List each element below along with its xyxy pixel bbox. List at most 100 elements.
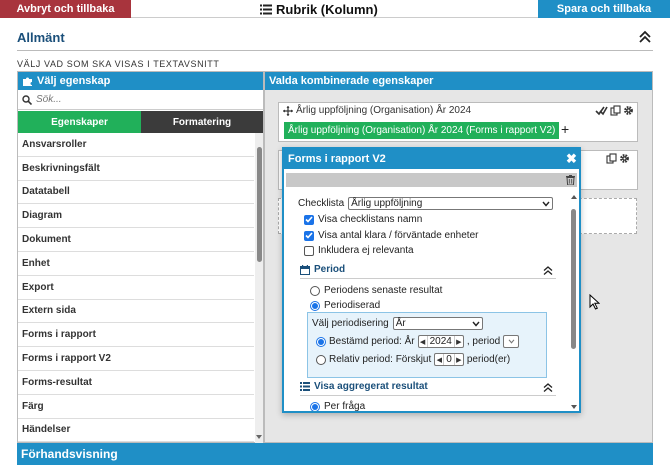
checkbox-label: Visa antal klara / förväntade enheter [318,230,479,241]
copy-icon[interactable] [606,153,617,164]
gear-icon[interactable] [623,105,634,116]
period-select[interactable] [503,335,520,348]
dialog-body: Checklista Årlig uppföljning Visa checkl… [284,189,568,411]
collapse-double-chevron-icon[interactable] [543,266,553,275]
radio-selected[interactable] [310,300,320,311]
property-picker-panel: Välj egenskap Egenskaper Formatering Ans… [17,71,264,443]
year-stepper[interactable]: ◀ 2024 ▶ [417,335,464,348]
checkbox-checked[interactable] [304,214,314,225]
radio-unselected[interactable] [316,354,326,365]
close-icon[interactable]: ✖ [566,151,577,167]
radio-label: Per fråga [324,401,366,411]
card-title-text: Årlig uppföljning (Organisation) År 2024 [296,105,472,116]
period-title-text: Period [314,264,346,275]
search-input[interactable] [36,94,236,105]
combined-properties-header: Valda kombinerade egenskaper [265,72,652,90]
move-arrows-icon[interactable] [283,105,293,116]
chevron-down-icon [508,339,515,344]
mouse-cursor-icon [589,294,600,310]
checkbox-unchecked[interactable] [304,245,314,256]
radio-unselected[interactable] [310,285,320,296]
list-item[interactable]: Enhet [18,252,254,276]
checklist-label: Checklista [298,198,345,209]
radio-row[interactable]: Per fråga [310,401,365,411]
combined-property-card: Årlig uppföljning (Organisation) År 2024… [278,102,638,142]
add-property-button[interactable]: + [561,121,569,137]
checklist-select-value: Årlig uppföljning [351,198,423,209]
checklist-select[interactable]: Årlig uppföljning [348,197,554,210]
radio-selected[interactable] [310,401,320,411]
copy-icon[interactable] [610,105,621,116]
section-divider [300,278,556,279]
decrement-arrow-icon[interactable]: ◀ [435,356,443,364]
radio-label: Periodens senaste resultat [324,285,443,296]
collapse-double-chevron-icon[interactable] [638,30,652,44]
dialog-scroll-thumb[interactable] [571,209,576,349]
list-icon [260,4,272,14]
section-subtitle: VÄLJ VAD SOM SKA VISAS I TEXTAVSNITT [17,59,220,69]
page-title-text: Rubrik (Kolumn) [276,1,378,17]
selected-property-chip[interactable]: Årlig uppföljning (Organisation) År 2024… [284,122,560,139]
trash-icon[interactable] [566,175,575,185]
relative-period-label: Relativ period: Förskjut [329,354,432,365]
check-all-icon[interactable] [595,105,608,116]
relative-period-row: Relativ period: Förskjut ◀ 0 ▶ period(er… [316,353,510,366]
cancel-and-back-button[interactable]: Avbryt och tillbaka [0,0,131,18]
periodization-select[interactable]: År [392,317,483,330]
list-item[interactable]: Diagram [18,204,254,229]
checkbox-row[interactable]: Inkludera ej relevanta [304,245,414,256]
period-section-title: Period [300,264,345,275]
offset-value: 0 [443,354,455,365]
checkbox-row[interactable]: Visa antal klara / förväntade enheter [304,230,478,241]
fixed-period-label: Bestämd period: År [329,336,415,347]
radio-row[interactable]: Periodiserad [310,300,380,311]
list-item[interactable]: Dokument [18,228,254,252]
forms-settings-dialog: Forms i rapport V2 ✖ Checklista Årlig up… [282,147,581,413]
offset-stepper[interactable]: ◀ 0 ▶ [434,353,464,366]
page-title: Rubrik (Kolumn) [260,1,378,17]
list-item[interactable]: Forms i rapport [18,323,254,348]
radio-label: Periodiserad [324,300,381,311]
decrement-arrow-icon[interactable]: ◀ [419,338,427,346]
property-list-scroll-thumb[interactable] [257,147,262,262]
property-search [18,90,263,110]
list-item[interactable]: Ansvarsroller [18,133,254,157]
list-item[interactable]: Extern sida [18,300,254,324]
fixed-period-suffix: , period [466,336,501,347]
list-item[interactable]: Export [18,276,254,300]
dialog-toolbar [286,173,577,187]
card-actions [606,153,630,164]
periodization-box: Välj periodisering År Bestämd period: År… [307,312,547,378]
preview-header: Förhandsvisning [17,443,653,465]
year-value: 2024 [426,336,455,347]
section-divider [17,50,653,51]
save-and-back-button[interactable]: Spara och tillbaka [538,0,670,18]
list-item[interactable]: Forms-resultat [18,371,254,395]
list-item[interactable]: Beskrivningsfält [18,157,254,181]
radio-selected[interactable] [316,336,326,347]
list-item[interactable]: Händelser [18,419,254,443]
property-list: Ansvarsroller Beskrivningsfält Datatabel… [18,133,254,443]
chevron-down-icon [542,201,550,207]
aggregate-title-text: Visa aggregerat resultat [314,381,428,392]
gear-icon[interactable] [619,153,630,164]
list-item[interactable]: Färg [18,395,254,419]
dialog-header: Forms i rapport V2 [284,149,579,169]
increment-arrow-icon[interactable]: ▶ [455,338,463,346]
increment-arrow-icon[interactable]: ▶ [455,356,463,364]
scroll-down-arrow-icon[interactable] [256,435,262,439]
list-item[interactable]: Datatabell [18,181,254,205]
radio-row[interactable]: Periodens senaste resultat [310,285,442,296]
calendar-icon [300,264,310,275]
check-icon [305,232,313,239]
tab-formatering[interactable]: Formatering [141,111,263,133]
collapse-double-chevron-icon[interactable] [543,383,553,392]
checkbox-label: Inkludera ej relevanta [318,245,414,256]
checkbox-row[interactable]: Visa checklistans namn [304,214,422,225]
checkbox-checked[interactable] [304,230,314,241]
property-picker-title: Välj egenskap [37,75,111,87]
tab-egenskaper[interactable]: Egenskaper [18,111,141,133]
list-item[interactable]: Forms i rapport V2 [18,347,254,371]
property-picker-header: Välj egenskap [18,72,263,90]
fixed-period-row: Bestämd period: År ◀ 2024 ▶ , period [316,335,520,348]
